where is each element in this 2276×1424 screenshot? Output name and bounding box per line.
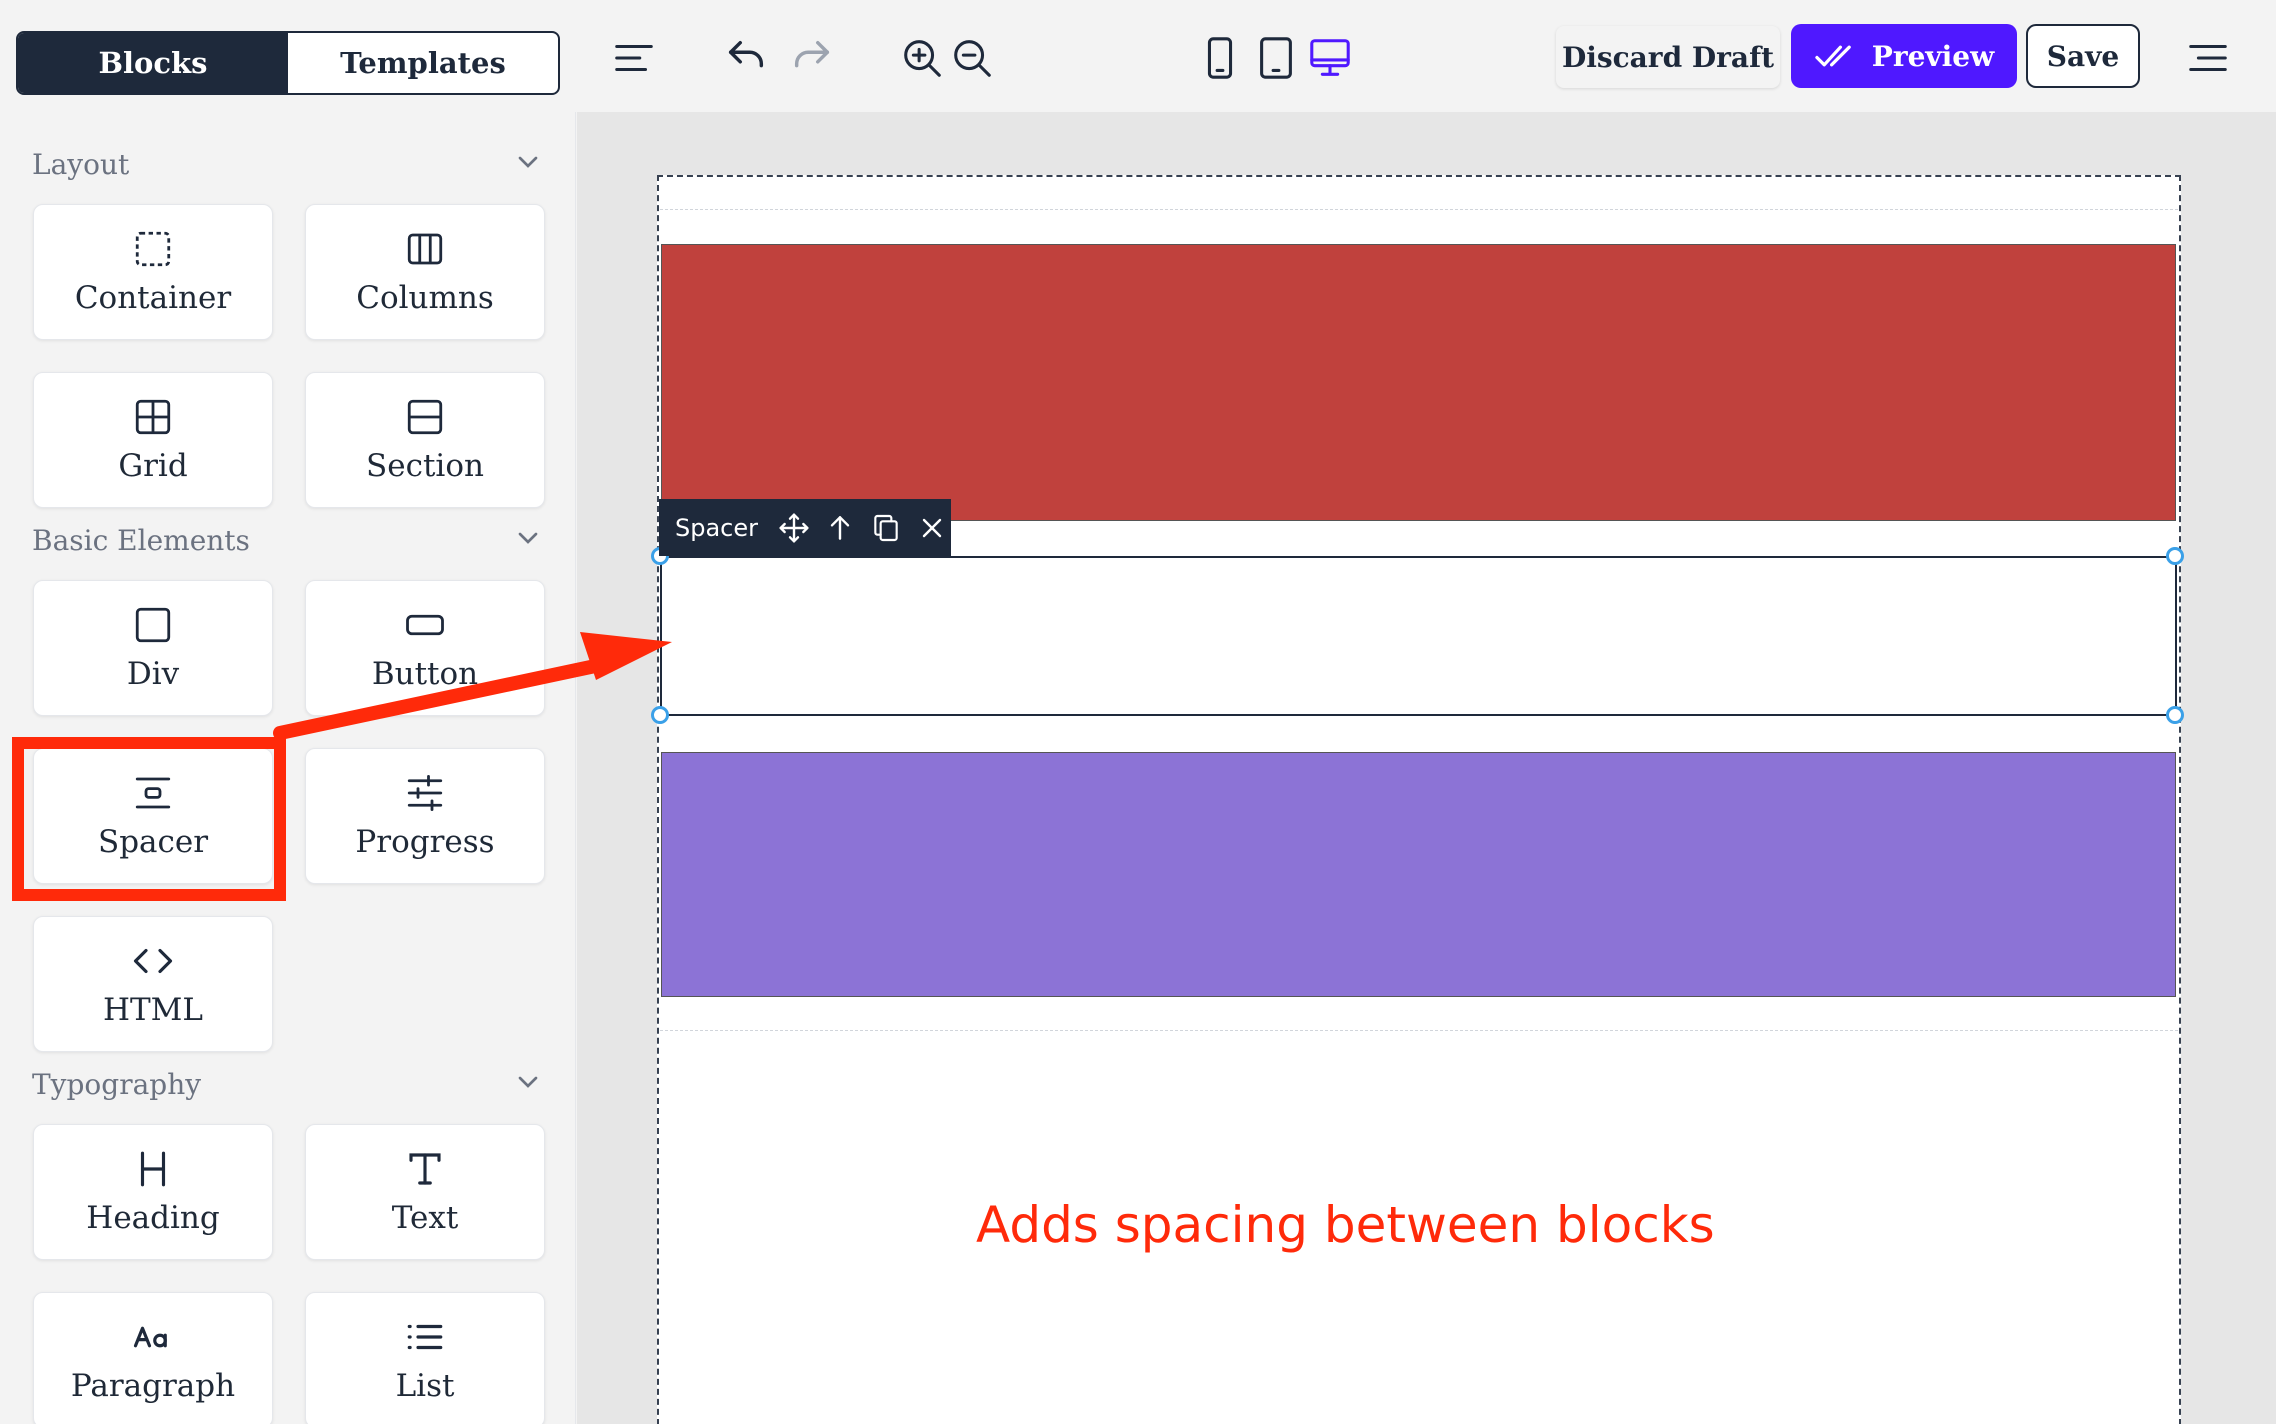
double-check-icon <box>1815 45 1851 67</box>
spacer-block[interactable] <box>660 556 2177 716</box>
panel-tab-switcher: Blocks Templates <box>16 31 560 95</box>
redo-icon[interactable] <box>782 28 842 88</box>
close-icon[interactable] <box>916 512 948 544</box>
builder-app: Blocks Templates Discard Draft Preview S… <box>0 0 2276 1424</box>
top-toolbar: Blocks Templates Discard Draft Preview S… <box>0 0 2276 112</box>
tablet-view-icon[interactable] <box>1246 28 1306 88</box>
button-icon <box>406 614 444 636</box>
row-guide <box>660 1030 2178 1031</box>
selected-block-name: Spacer <box>675 513 759 542</box>
columns-icon <box>407 233 443 265</box>
div-icon <box>135 607 171 643</box>
row-guide <box>660 209 2178 210</box>
block-heading[interactable]: Heading <box>33 1124 273 1260</box>
sliders-icon <box>407 774 443 812</box>
block-label: Button <box>371 656 479 692</box>
block-container[interactable]: Container <box>33 204 273 340</box>
zoom-out-icon[interactable] <box>942 28 1002 88</box>
section-icon <box>407 399 443 435</box>
undo-icon[interactable] <box>716 28 776 88</box>
block-toolbar: Spacer <box>659 499 951 556</box>
preview-label: Preview <box>1871 39 1995 73</box>
resize-handle[interactable] <box>2166 706 2184 724</box>
block-label: HTML <box>102 992 204 1028</box>
tab-blocks[interactable]: Blocks <box>18 33 288 93</box>
copy-icon[interactable] <box>870 512 902 544</box>
resize-handle[interactable] <box>2166 547 2184 565</box>
section-title-typography: Typography <box>32 1068 202 1101</box>
arrow-up-icon[interactable] <box>824 512 856 544</box>
block-label: Columns <box>356 280 494 316</box>
align-left-icon[interactable] <box>604 28 664 88</box>
discard-draft-button[interactable]: Discard Draft <box>1556 26 1780 88</box>
block-grid[interactable]: Grid <box>33 372 273 508</box>
list-icon <box>407 1324 443 1350</box>
chevron-down-icon[interactable] <box>512 1066 544 1098</box>
red-block[interactable] <box>661 244 2176 521</box>
annotation-caption: Adds spacing between blocks <box>976 1196 1715 1254</box>
block-text[interactable]: Text <box>305 1124 545 1260</box>
block-label: Text <box>391 1200 459 1236</box>
desktop-view-icon[interactable] <box>1300 28 1360 88</box>
chevron-down-icon[interactable] <box>512 522 544 554</box>
block-label: List <box>395 1368 455 1404</box>
block-div[interactable]: Div <box>33 580 273 716</box>
resize-handle[interactable] <box>651 706 669 724</box>
chevron-down-icon[interactable] <box>512 146 544 178</box>
block-label: Heading <box>86 1200 220 1236</box>
block-html[interactable]: HTML <box>33 916 273 1052</box>
block-paragraph[interactable]: Paragraph <box>33 1292 273 1424</box>
block-section[interactable]: Section <box>305 372 545 508</box>
block-label: Progress <box>355 824 495 860</box>
move-icon[interactable] <box>778 512 810 544</box>
tab-templates[interactable]: Templates <box>288 33 558 93</box>
grid-icon <box>135 399 171 435</box>
section-title-layout: Layout <box>32 148 130 181</box>
block-label: Section <box>366 448 484 484</box>
heading-icon <box>140 1151 166 1187</box>
block-progress[interactable]: Progress <box>305 748 545 884</box>
block-label: Paragraph <box>70 1368 236 1404</box>
text-icon <box>409 1153 441 1185</box>
mobile-view-icon[interactable] <box>1190 28 1250 88</box>
block-button[interactable]: Button <box>305 580 545 716</box>
section-title-basic-elements: Basic Elements <box>32 524 250 557</box>
block-columns[interactable]: Columns <box>305 204 545 340</box>
code-icon <box>133 948 173 974</box>
block-label: Grid <box>118 448 188 484</box>
container-icon <box>135 231 171 267</box>
menu-icon[interactable] <box>2178 28 2238 88</box>
paragraph-icon <box>133 1326 167 1348</box>
preview-button[interactable]: Preview <box>1791 24 2017 88</box>
block-label: Div <box>126 656 180 692</box>
spacer-highlight-box <box>12 737 286 901</box>
block-label: Container <box>74 280 232 316</box>
save-button[interactable]: Save <box>2026 24 2140 88</box>
purple-block[interactable] <box>661 752 2176 997</box>
block-list[interactable]: List <box>305 1292 545 1424</box>
